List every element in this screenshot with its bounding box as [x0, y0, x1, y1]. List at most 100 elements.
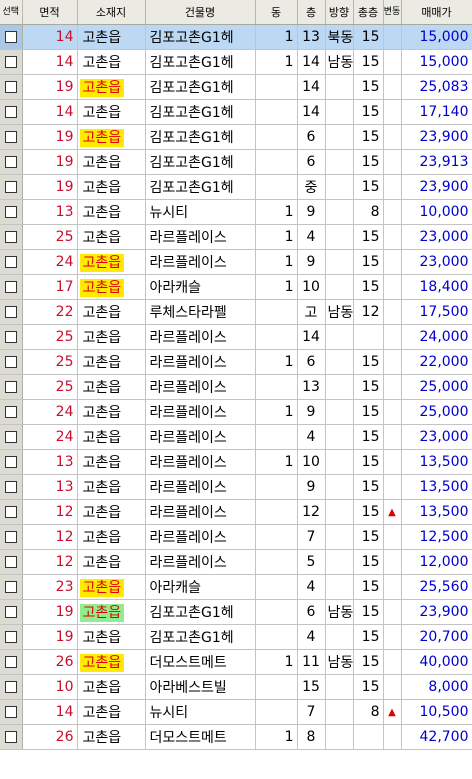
table-row[interactable]: 25 고촌읍 라르플레이스 14 24,000: [0, 324, 472, 350]
row-checkbox[interactable]: [4, 606, 17, 618]
row-checkbox[interactable]: [4, 206, 17, 218]
table-row[interactable]: 13 고촌읍 뉴시티 1 9 8 10,000: [0, 199, 472, 225]
table-row[interactable]: 24 고촌읍 라르플레이스 1 9 15 23,000: [0, 249, 472, 275]
table-row[interactable]: 23 고촌읍 아라캐슬 4 15 25,560: [0, 574, 472, 600]
cell-total-floors: 15: [353, 674, 384, 700]
row-select-cell: [0, 324, 23, 350]
cell-area: 24: [22, 249, 78, 275]
cell-area: 19: [22, 149, 78, 175]
row-checkbox[interactable]: [4, 281, 17, 293]
table-row[interactable]: 26 고촌읍 더모스트메트 1 8 42,700: [0, 724, 472, 750]
cell-area: 23: [22, 574, 78, 600]
row-checkbox[interactable]: [4, 81, 17, 93]
row-checkbox[interactable]: [4, 406, 17, 418]
table-row[interactable]: 14 고촌읍 김포고촌G1헤 1 14 남동 15 15,000: [0, 49, 472, 75]
header-building[interactable]: 건물명: [145, 0, 256, 25]
row-select-cell: [0, 349, 23, 375]
row-checkbox[interactable]: [4, 531, 17, 543]
table-row[interactable]: 14 고촌읍 김포고촌G1헤 1 13 북동 15 15,000: [0, 24, 472, 50]
cell-building: 김포고촌G1헤: [145, 174, 256, 200]
cell-area: 19: [22, 174, 78, 200]
cell-total-floors: [353, 724, 384, 750]
cell-floor: 6: [297, 349, 326, 375]
table-row[interactable]: 26 고촌읍 더모스트메트 1 11 남동 15 40,000: [0, 649, 472, 675]
row-checkbox[interactable]: [4, 181, 17, 193]
cell-total-floors: 15: [353, 624, 384, 650]
cell-building: 루체스타라펠: [145, 299, 256, 325]
table-row[interactable]: 24 고촌읍 라르플레이스 4 15 23,000: [0, 424, 472, 450]
row-checkbox[interactable]: [4, 31, 17, 43]
table-row[interactable]: 13 고촌읍 라르플레이스 9 15 13,500: [0, 474, 472, 500]
header-area[interactable]: 면적: [22, 0, 78, 25]
table-row[interactable]: 25 고촌읍 라르플레이스 13 15 25,000: [0, 374, 472, 400]
header-price[interactable]: 매매가: [401, 0, 472, 25]
cell-dong: 1: [255, 224, 298, 250]
table-row[interactable]: 19 고촌읍 김포고촌G1헤 중 15 23,900: [0, 174, 472, 200]
cell-change-indicator: [383, 574, 402, 600]
table-row[interactable]: 19 고촌읍 김포고촌G1헤 4 15 20,700: [0, 624, 472, 650]
header-direction[interactable]: 방향: [325, 0, 354, 25]
table-row[interactable]: 25 고촌읍 라르플레이스 1 4 15 23,000: [0, 224, 472, 250]
table-row[interactable]: 14 고촌읍 김포고촌G1헤 14 15 17,140: [0, 99, 472, 125]
row-checkbox[interactable]: [4, 581, 17, 593]
row-checkbox[interactable]: [4, 556, 17, 568]
header-total-floors[interactable]: 총층: [353, 0, 384, 25]
row-checkbox[interactable]: [4, 631, 17, 643]
location-text: 고촌읍: [82, 730, 122, 746]
row-checkbox[interactable]: [4, 656, 17, 668]
cell-building: 김포고촌G1헤: [145, 74, 256, 100]
row-checkbox[interactable]: [4, 356, 17, 368]
row-checkbox[interactable]: [4, 56, 17, 68]
row-checkbox[interactable]: [4, 156, 17, 168]
header-dong[interactable]: 동: [255, 0, 298, 25]
cell-building: 더모스트메트: [145, 649, 256, 675]
table-row[interactable]: 10 고촌읍 아라베스트빌 15 15 8,000: [0, 674, 472, 700]
cell-direction: [325, 474, 354, 500]
row-checkbox[interactable]: [4, 456, 17, 468]
header-select[interactable]: 선택: [0, 0, 23, 25]
table-row[interactable]: 12 고촌읍 라르플레이스 7 15 12,500: [0, 524, 472, 550]
header-change[interactable]: 변동: [383, 0, 402, 25]
header-floor[interactable]: 층: [297, 0, 326, 25]
row-checkbox[interactable]: [4, 381, 17, 393]
cell-location: 고촌읍: [77, 224, 146, 250]
cell-price: 18,400: [401, 274, 472, 300]
table-row[interactable]: 12 고촌읍 라르플레이스 5 15 12,000: [0, 549, 472, 575]
row-checkbox[interactable]: [4, 131, 17, 143]
table-row[interactable]: 14 고촌읍 뉴시티 7 8 ▲ 10,500: [0, 699, 472, 725]
cell-building: 라르플레이스: [145, 399, 256, 425]
row-checkbox[interactable]: [4, 706, 17, 718]
cell-dong: [255, 474, 298, 500]
row-checkbox[interactable]: [4, 106, 17, 118]
cell-direction: [325, 524, 354, 550]
row-select-cell: [0, 524, 23, 550]
cell-area: 12: [22, 549, 78, 575]
table-row[interactable]: 19 고촌읍 김포고촌G1헤 6 15 23,900: [0, 124, 472, 150]
row-checkbox[interactable]: [4, 681, 17, 693]
cell-total-floors: 15: [353, 74, 384, 100]
row-checkbox[interactable]: [4, 506, 17, 518]
cell-price: 23,000: [401, 224, 472, 250]
table-row[interactable]: 22 고촌읍 루체스타라펠 고 남동 12 17,500: [0, 299, 472, 325]
table-row[interactable]: 19 고촌읍 김포고촌G1헤 14 15 25,083: [0, 74, 472, 100]
cell-change-indicator: [383, 599, 402, 625]
table-row[interactable]: 12 고촌읍 라르플레이스 12 15 ▲ 13,500: [0, 499, 472, 525]
row-select-cell: [0, 699, 23, 725]
row-checkbox[interactable]: [4, 231, 17, 243]
table-row[interactable]: 17 고촌읍 아라캐슬 1 10 15 18,400: [0, 274, 472, 300]
row-checkbox[interactable]: [4, 731, 17, 743]
table-row[interactable]: 19 고촌읍 김포고촌G1헤 6 남동 15 23,900: [0, 599, 472, 625]
row-checkbox[interactable]: [4, 256, 17, 268]
header-location[interactable]: 소재지: [77, 0, 146, 25]
cell-direction: [325, 124, 354, 150]
table-row[interactable]: 25 고촌읍 라르플레이스 1 6 15 22,000: [0, 349, 472, 375]
row-checkbox[interactable]: [4, 331, 17, 343]
row-checkbox[interactable]: [4, 431, 17, 443]
row-checkbox[interactable]: [4, 306, 17, 318]
table-row[interactable]: 13 고촌읍 라르플레이스 1 10 15 13,500: [0, 449, 472, 475]
row-checkbox[interactable]: [4, 481, 17, 493]
cell-direction: [325, 499, 354, 525]
location-text: 고촌읍: [82, 30, 122, 46]
table-row[interactable]: 24 고촌읍 라르플레이스 1 9 15 25,000: [0, 399, 472, 425]
table-row[interactable]: 19 고촌읍 김포고촌G1헤 6 15 23,913: [0, 149, 472, 175]
